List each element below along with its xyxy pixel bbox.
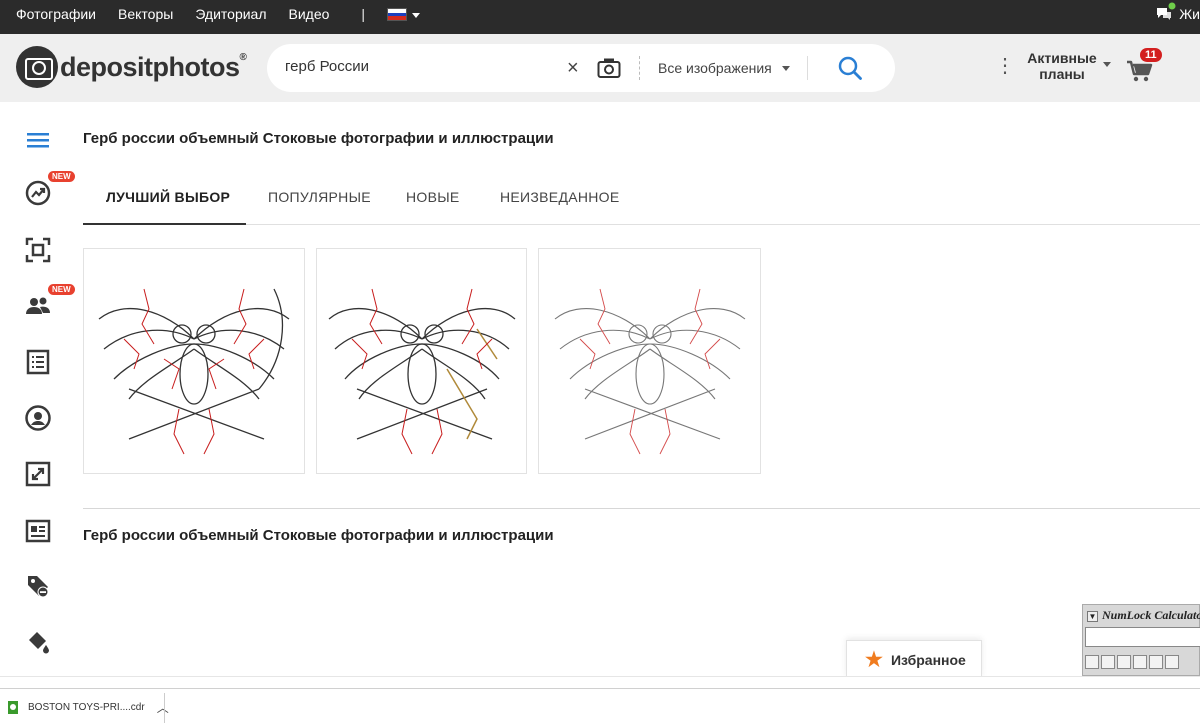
calculator-toolbar xyxy=(1085,655,1179,669)
expand-icon[interactable] xyxy=(24,460,52,488)
calc-tool-button[interactable] xyxy=(1165,655,1179,669)
sidebar-item-trending[interactable]: NEW xyxy=(24,171,75,207)
image-thumbnail[interactable] xyxy=(316,248,527,474)
russia-flag-icon xyxy=(387,8,408,21)
calc-tool-button[interactable] xyxy=(1117,655,1131,669)
search-box: × Все изображения xyxy=(267,44,895,92)
article-icon[interactable] xyxy=(24,517,52,545)
cart-count-badge: 11 xyxy=(1140,48,1162,62)
active-plans-label: Активные планы xyxy=(1027,50,1097,82)
page-bottom-edge xyxy=(0,676,1200,688)
download-file-name: BOSTON TOYS-PRI....cdr xyxy=(28,702,145,713)
visual-search-icon[interactable] xyxy=(24,236,52,264)
top-nav-bar: Фотографии Векторы Эдиториал Видео | Жи xyxy=(0,0,1200,34)
image-thumbnail[interactable] xyxy=(83,248,305,474)
user-name[interactable]: Жи xyxy=(1179,6,1200,22)
calc-tool-button[interactable] xyxy=(1133,655,1147,669)
calculator-display[interactable] xyxy=(1085,627,1200,647)
clear-search-icon[interactable]: × xyxy=(567,57,579,80)
section-divider xyxy=(83,508,1200,509)
category-dropdown[interactable]: Все изображения xyxy=(658,60,790,76)
tab-undiscovered[interactable]: НЕИЗВЕДАННОЕ xyxy=(500,189,620,205)
tab-new[interactable]: НОВЫЕ xyxy=(406,189,460,205)
tab-best-match[interactable]: ЛУЧШИЙ ВЫБОР xyxy=(106,189,230,205)
eagle-skeleton-illustration xyxy=(328,288,516,455)
nav-separator: | xyxy=(361,6,366,22)
cdr-file-icon xyxy=(8,701,18,714)
divider xyxy=(164,693,165,723)
new-badge: NEW xyxy=(48,284,75,295)
search-icon[interactable] xyxy=(837,55,863,81)
logo[interactable]: depositphotos® xyxy=(16,46,247,88)
numlock-title: ▼ NumLock Calculator xyxy=(1087,608,1200,622)
search-input[interactable] xyxy=(285,58,555,75)
section-title: Герб россии объемный Стоковые фотографии… xyxy=(83,527,554,544)
language-selector[interactable] xyxy=(387,6,421,22)
calc-tool-button[interactable] xyxy=(1101,655,1115,669)
dropdown-arrow-icon[interactable]: ▼ xyxy=(1087,611,1098,622)
menu-icon[interactable] xyxy=(24,126,52,154)
active-tab-indicator xyxy=(83,223,246,225)
tab-popular[interactable]: ПОПУЛЯРНЫЕ xyxy=(268,189,371,205)
numlock-calculator-widget: ▼ NumLock Calculator xyxy=(1082,604,1200,676)
people-icon xyxy=(26,297,50,314)
calc-tool-button[interactable] xyxy=(1085,655,1099,669)
chevron-up-icon[interactable]: ︿ xyxy=(157,699,169,716)
nav-video[interactable]: Видео xyxy=(289,6,330,22)
download-bar: BOSTON TOYS-PRI....cdr ︿ xyxy=(0,688,1200,726)
nav-vectors[interactable]: Векторы xyxy=(118,6,173,22)
caret-down-icon xyxy=(412,13,421,18)
cart-icon xyxy=(1127,60,1153,82)
user-area[interactable]: Жи xyxy=(1155,2,1200,22)
sort-tabs: ЛУЧШИЙ ВЫБОР ПОПУЛЯРНЫЕ НОВЫЕ НЕИЗВЕДАНН… xyxy=(83,172,1200,225)
caret-down-icon xyxy=(1103,61,1111,67)
account-icon[interactable] xyxy=(24,404,52,432)
sidebar-item-people[interactable]: NEW xyxy=(24,284,75,320)
divider xyxy=(807,56,808,80)
cart-button[interactable]: 11 xyxy=(1126,48,1162,82)
eagle-skeleton-illustration xyxy=(554,288,746,455)
header: depositphotos® × Все изображения ⋮ Актив… xyxy=(0,34,1200,102)
nav-photos[interactable]: Фотографии xyxy=(16,6,96,22)
more-vert-icon: ⋮ xyxy=(995,55,1015,77)
favorites-button[interactable]: ★ Избранное xyxy=(846,640,982,678)
active-plans-menu[interactable]: ⋮ Активные планы xyxy=(995,50,1111,82)
tag-discount-icon[interactable] xyxy=(24,572,52,600)
logo-text: depositphotos® xyxy=(60,51,247,82)
image-thumbnail[interactable] xyxy=(538,248,761,474)
divider xyxy=(639,56,640,80)
download-item[interactable]: BOSTON TOYS-PRI....cdr ︿ xyxy=(8,699,169,716)
star-icon: ★ xyxy=(865,649,883,671)
chat-icon xyxy=(1157,2,1176,20)
top-nav: Фотографии Векторы Эдиториал Видео | xyxy=(16,6,421,22)
sidebar: NEW NEW xyxy=(0,102,76,680)
calc-tool-button[interactable] xyxy=(1149,655,1163,669)
caret-down-icon xyxy=(781,66,790,71)
list-icon[interactable] xyxy=(24,348,52,376)
eagle-skeleton-illustration xyxy=(98,288,290,455)
new-badge: NEW xyxy=(48,171,75,182)
paint-bucket-icon[interactable] xyxy=(24,628,52,656)
camera-logo-icon xyxy=(16,46,58,88)
nav-editorial[interactable]: Эдиториал xyxy=(195,6,266,22)
visual-search-camera-icon[interactable] xyxy=(597,57,621,79)
trending-icon xyxy=(25,180,51,206)
favorites-label: Избранное xyxy=(890,651,966,668)
page-title: Герб россии объемный Стоковые фотографии… xyxy=(83,130,554,147)
